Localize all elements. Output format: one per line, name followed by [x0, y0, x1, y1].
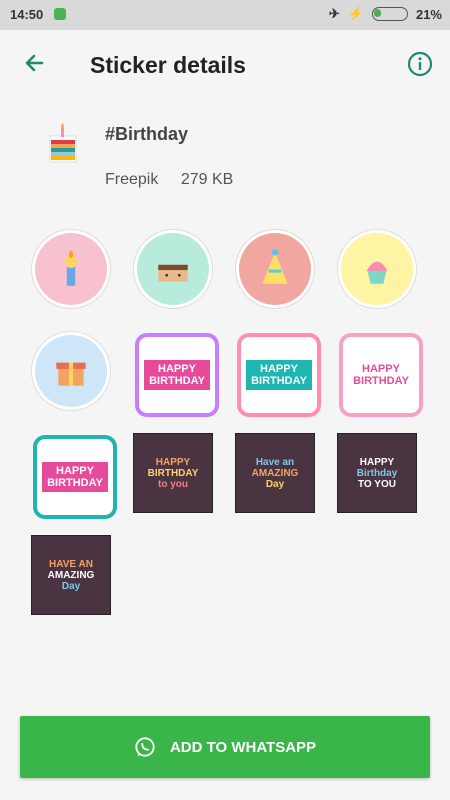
pack-size: 279 KB	[180, 171, 234, 188]
gift-box-icon	[56, 362, 86, 386]
sticker-8[interactable]: HAPPY BIRTHDAY	[336, 330, 423, 417]
sticker-3[interactable]	[234, 228, 316, 310]
status-right: ✈ ⚡ 21%	[329, 6, 442, 22]
party-hat-icon	[262, 249, 288, 284]
whatsapp-notification-icon	[54, 8, 66, 20]
pack-publisher: Freepik	[105, 171, 159, 188]
sticker-9[interactable]: HAPPY BIRTHDAY	[30, 432, 117, 519]
pack-cake-icon	[49, 123, 77, 163]
sticker-4[interactable]	[336, 228, 418, 310]
airplane-mode-icon: ✈	[328, 6, 340, 21]
back-arrow-icon[interactable]	[20, 48, 50, 78]
add-to-whatsapp-button[interactable]: ADD TO WHATSAPP	[20, 716, 430, 778]
status-time: 14:50	[10, 7, 44, 22]
pack-name: #Birthday	[105, 124, 189, 144]
sticker-10[interactable]: HAPPY BIRTHDAY to you	[132, 432, 214, 514]
sticker-12[interactable]: HAPPY Birthday TO YOU	[336, 432, 418, 514]
add-to-whatsapp-label: ADD TO WHATSAPP	[169, 738, 317, 756]
sticker-13[interactable]: HAVE AN AMAZING Day	[30, 534, 112, 616]
page-title: Sticker details	[90, 52, 246, 78]
sticker-5[interactable]	[30, 330, 112, 412]
sticker-7[interactable]: HAPPY BIRTHDAY	[234, 330, 321, 417]
whatsapp-icon	[135, 737, 155, 757]
pack-meta: Freepik 279 KB	[105, 171, 233, 189]
battery-icon	[371, 7, 408, 21]
sticker-1[interactable]	[30, 228, 112, 310]
sticker-2[interactable]	[132, 228, 214, 310]
sticker-11[interactable]: Have an AMAZING Day	[234, 432, 316, 514]
candle-icon	[64, 250, 78, 286]
charging-icon: ⚡	[347, 6, 364, 21]
battery-percent: 21%	[415, 6, 442, 22]
app-bar: Sticker details	[0, 30, 450, 102]
status-bar: 14:50 ✈ ⚡ 21%	[0, 0, 450, 30]
cupcake-icon	[366, 261, 388, 284]
sticker-6[interactable]: HAPPY BIRTHDAY	[132, 330, 219, 417]
info-icon[interactable]	[406, 50, 434, 78]
cake-slice-icon	[158, 264, 188, 282]
